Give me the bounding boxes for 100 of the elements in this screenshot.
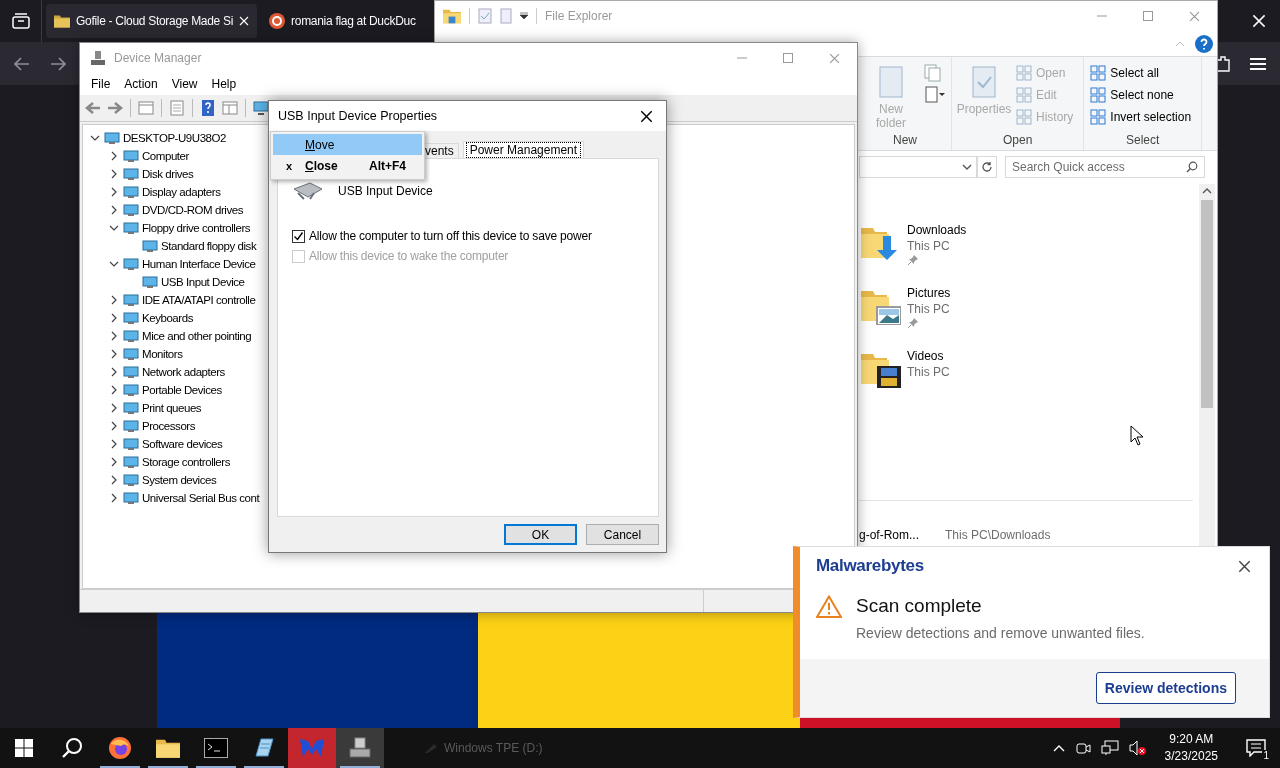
network-icon[interactable] <box>1100 740 1119 756</box>
close-tab-icon[interactable] <box>239 16 250 26</box>
muted-speaker-icon[interactable] <box>1128 740 1147 756</box>
chevron-icon[interactable] <box>109 295 119 305</box>
tree-item[interactable]: System devices <box>142 474 217 486</box>
menu-item[interactable]: Help <box>204 77 244 91</box>
tree-item[interactable]: Human Interface Device <box>142 258 256 270</box>
clock-date[interactable]: 3/23/2025 <box>1164 748 1218 765</box>
drive-label: Windows TPE (D:) <box>444 741 543 755</box>
chevron-icon[interactable] <box>109 313 119 323</box>
tree-item[interactable]: Universal Serial Bus cont <box>142 492 260 504</box>
dialog-tab[interactable]: Power Management <box>462 141 585 158</box>
maximize-icon[interactable] <box>783 53 793 63</box>
tree-item[interactable]: Mice and other pointing <box>142 330 252 342</box>
camera-icon[interactable] <box>1074 740 1091 756</box>
tree-item[interactable]: IDE ATA/ATAPI controlle <box>142 294 256 306</box>
tree-item[interactable]: Software devices <box>142 438 223 450</box>
tree-item[interactable]: Processors <box>142 420 196 432</box>
folder-name[interactable]: Pictures <box>907 285 951 301</box>
chevron-icon[interactable] <box>109 457 119 467</box>
chevron-icon[interactable] <box>109 349 119 359</box>
grid-icon <box>1016 87 1032 103</box>
clock-time[interactable]: 9:20 AM <box>1164 731 1218 748</box>
chevron-icon[interactable] <box>109 223 119 233</box>
tab-list-icon[interactable] <box>11 13 30 29</box>
chevron-icon[interactable] <box>109 331 119 341</box>
chevron-icon[interactable] <box>109 439 119 449</box>
address-field[interactable] <box>859 156 977 178</box>
notification-message: Review detections and remove unwanted files. <box>856 625 1145 641</box>
chevron-up-icon[interactable] <box>1052 744 1065 752</box>
close-icon[interactable] <box>639 109 653 123</box>
back-icon[interactable] <box>14 56 30 71</box>
ok-button[interactable]: OK <box>504 524 577 545</box>
tree-item[interactable]: Print queues <box>142 402 202 414</box>
menu-item[interactable]: File <box>84 77 118 91</box>
checkbox[interactable] <box>292 229 305 243</box>
ribbon-button[interactable]: Invert selection <box>1090 107 1196 127</box>
menu-item[interactable]: Action <box>117 77 165 91</box>
review-button[interactable]: Review detections <box>1095 672 1236 704</box>
close-icon[interactable] <box>1238 559 1251 573</box>
cursor-icon <box>1130 425 1144 446</box>
menu-item[interactable]: Move <box>273 134 422 155</box>
taskbar-button[interactable] <box>336 728 384 768</box>
group-label: New <box>892 132 918 149</box>
scrollbar[interactable] <box>1199 184 1215 547</box>
chevron-icon[interactable] <box>109 169 119 179</box>
dropdown-icon[interactable] <box>520 12 528 20</box>
chevron-down-icon[interactable] <box>962 164 972 170</box>
tree-item[interactable]: Portable Devices <box>142 384 222 396</box>
pin-icon[interactable] <box>907 317 919 329</box>
back-icon[interactable] <box>84 99 102 117</box>
chevron-icon[interactable] <box>109 385 119 395</box>
document-icon[interactable] <box>923 85 945 105</box>
tree-item[interactable]: Computer <box>142 150 189 162</box>
help-icon[interactable] <box>199 99 217 117</box>
tree-item[interactable]: Monitors <box>142 348 183 360</box>
notification-button[interactable]: 1 <box>1242 734 1270 762</box>
scrollbar-thumb[interactable] <box>1201 200 1213 408</box>
chevron-icon[interactable] <box>109 151 119 161</box>
extension-icon[interactable] <box>1216 55 1230 72</box>
tree-item[interactable]: Network adapters <box>142 366 225 378</box>
tree-item[interactable]: Disk drives <box>142 168 194 180</box>
forward-icon[interactable] <box>50 56 66 71</box>
refresh-button[interactable] <box>977 156 997 178</box>
help-icon[interactable] <box>1195 34 1213 53</box>
folder-name[interactable]: Downloads <box>907 222 967 238</box>
menu-item[interactable]: x Close Alt+F4 <box>273 155 422 176</box>
browser-tab[interactable]: romania flag at DuckDuc <box>261 4 416 38</box>
cancel-button[interactable]: Cancel <box>586 524 659 545</box>
pin-icon[interactable] <box>907 254 919 266</box>
search-field[interactable]: Search Quick access <box>1005 156 1205 178</box>
folder-name[interactable]: Videos <box>907 348 950 364</box>
forward-icon[interactable] <box>106 99 124 117</box>
menu-item[interactable]: View <box>164 77 205 91</box>
menu-icon[interactable] <box>1250 56 1266 71</box>
tree-item[interactable]: Standard floppy disk <box>161 240 257 252</box>
ribbon-button[interactable]: Select none <box>1090 85 1196 105</box>
tree-item[interactable]: USB Input Device <box>161 276 245 288</box>
chevron-icon[interactable] <box>109 403 119 413</box>
checkmark-icon[interactable] <box>478 8 492 24</box>
tree-item[interactable]: Display adapters <box>142 186 221 198</box>
browser-tab[interactable]: Gofile - Cloud Storage Made Si <box>46 4 258 38</box>
ribbon-button[interactable]: Select all <box>1090 63 1196 83</box>
file-name[interactable]: g-of-Rom... <box>859 528 919 542</box>
tree-item[interactable]: Floppy drive controllers <box>142 222 251 234</box>
tree-item[interactable]: Storage controllers <box>142 456 230 468</box>
tree-item[interactable]: Keyboards <box>142 312 193 324</box>
checkbox-label[interactable]: Allow the computer to turn off this device to save power <box>309 229 592 243</box>
chevron-icon[interactable] <box>109 421 119 431</box>
chevron-icon[interactable] <box>109 475 119 485</box>
monitor-icon[interactable] <box>252 99 270 117</box>
maximize-icon[interactable] <box>1143 11 1153 21</box>
chevron-icon[interactable] <box>109 259 119 269</box>
chevron-icon[interactable] <box>90 133 100 143</box>
tree-item[interactable]: DESKTOP-U9U38O2 <box>123 132 226 144</box>
chevron-icon[interactable] <box>109 367 119 377</box>
chevron-icon[interactable] <box>109 205 119 215</box>
tree-item[interactable]: DVD/CD-ROM drives <box>142 204 243 216</box>
chevron-icon[interactable] <box>109 493 119 503</box>
chevron-icon[interactable] <box>109 187 119 197</box>
